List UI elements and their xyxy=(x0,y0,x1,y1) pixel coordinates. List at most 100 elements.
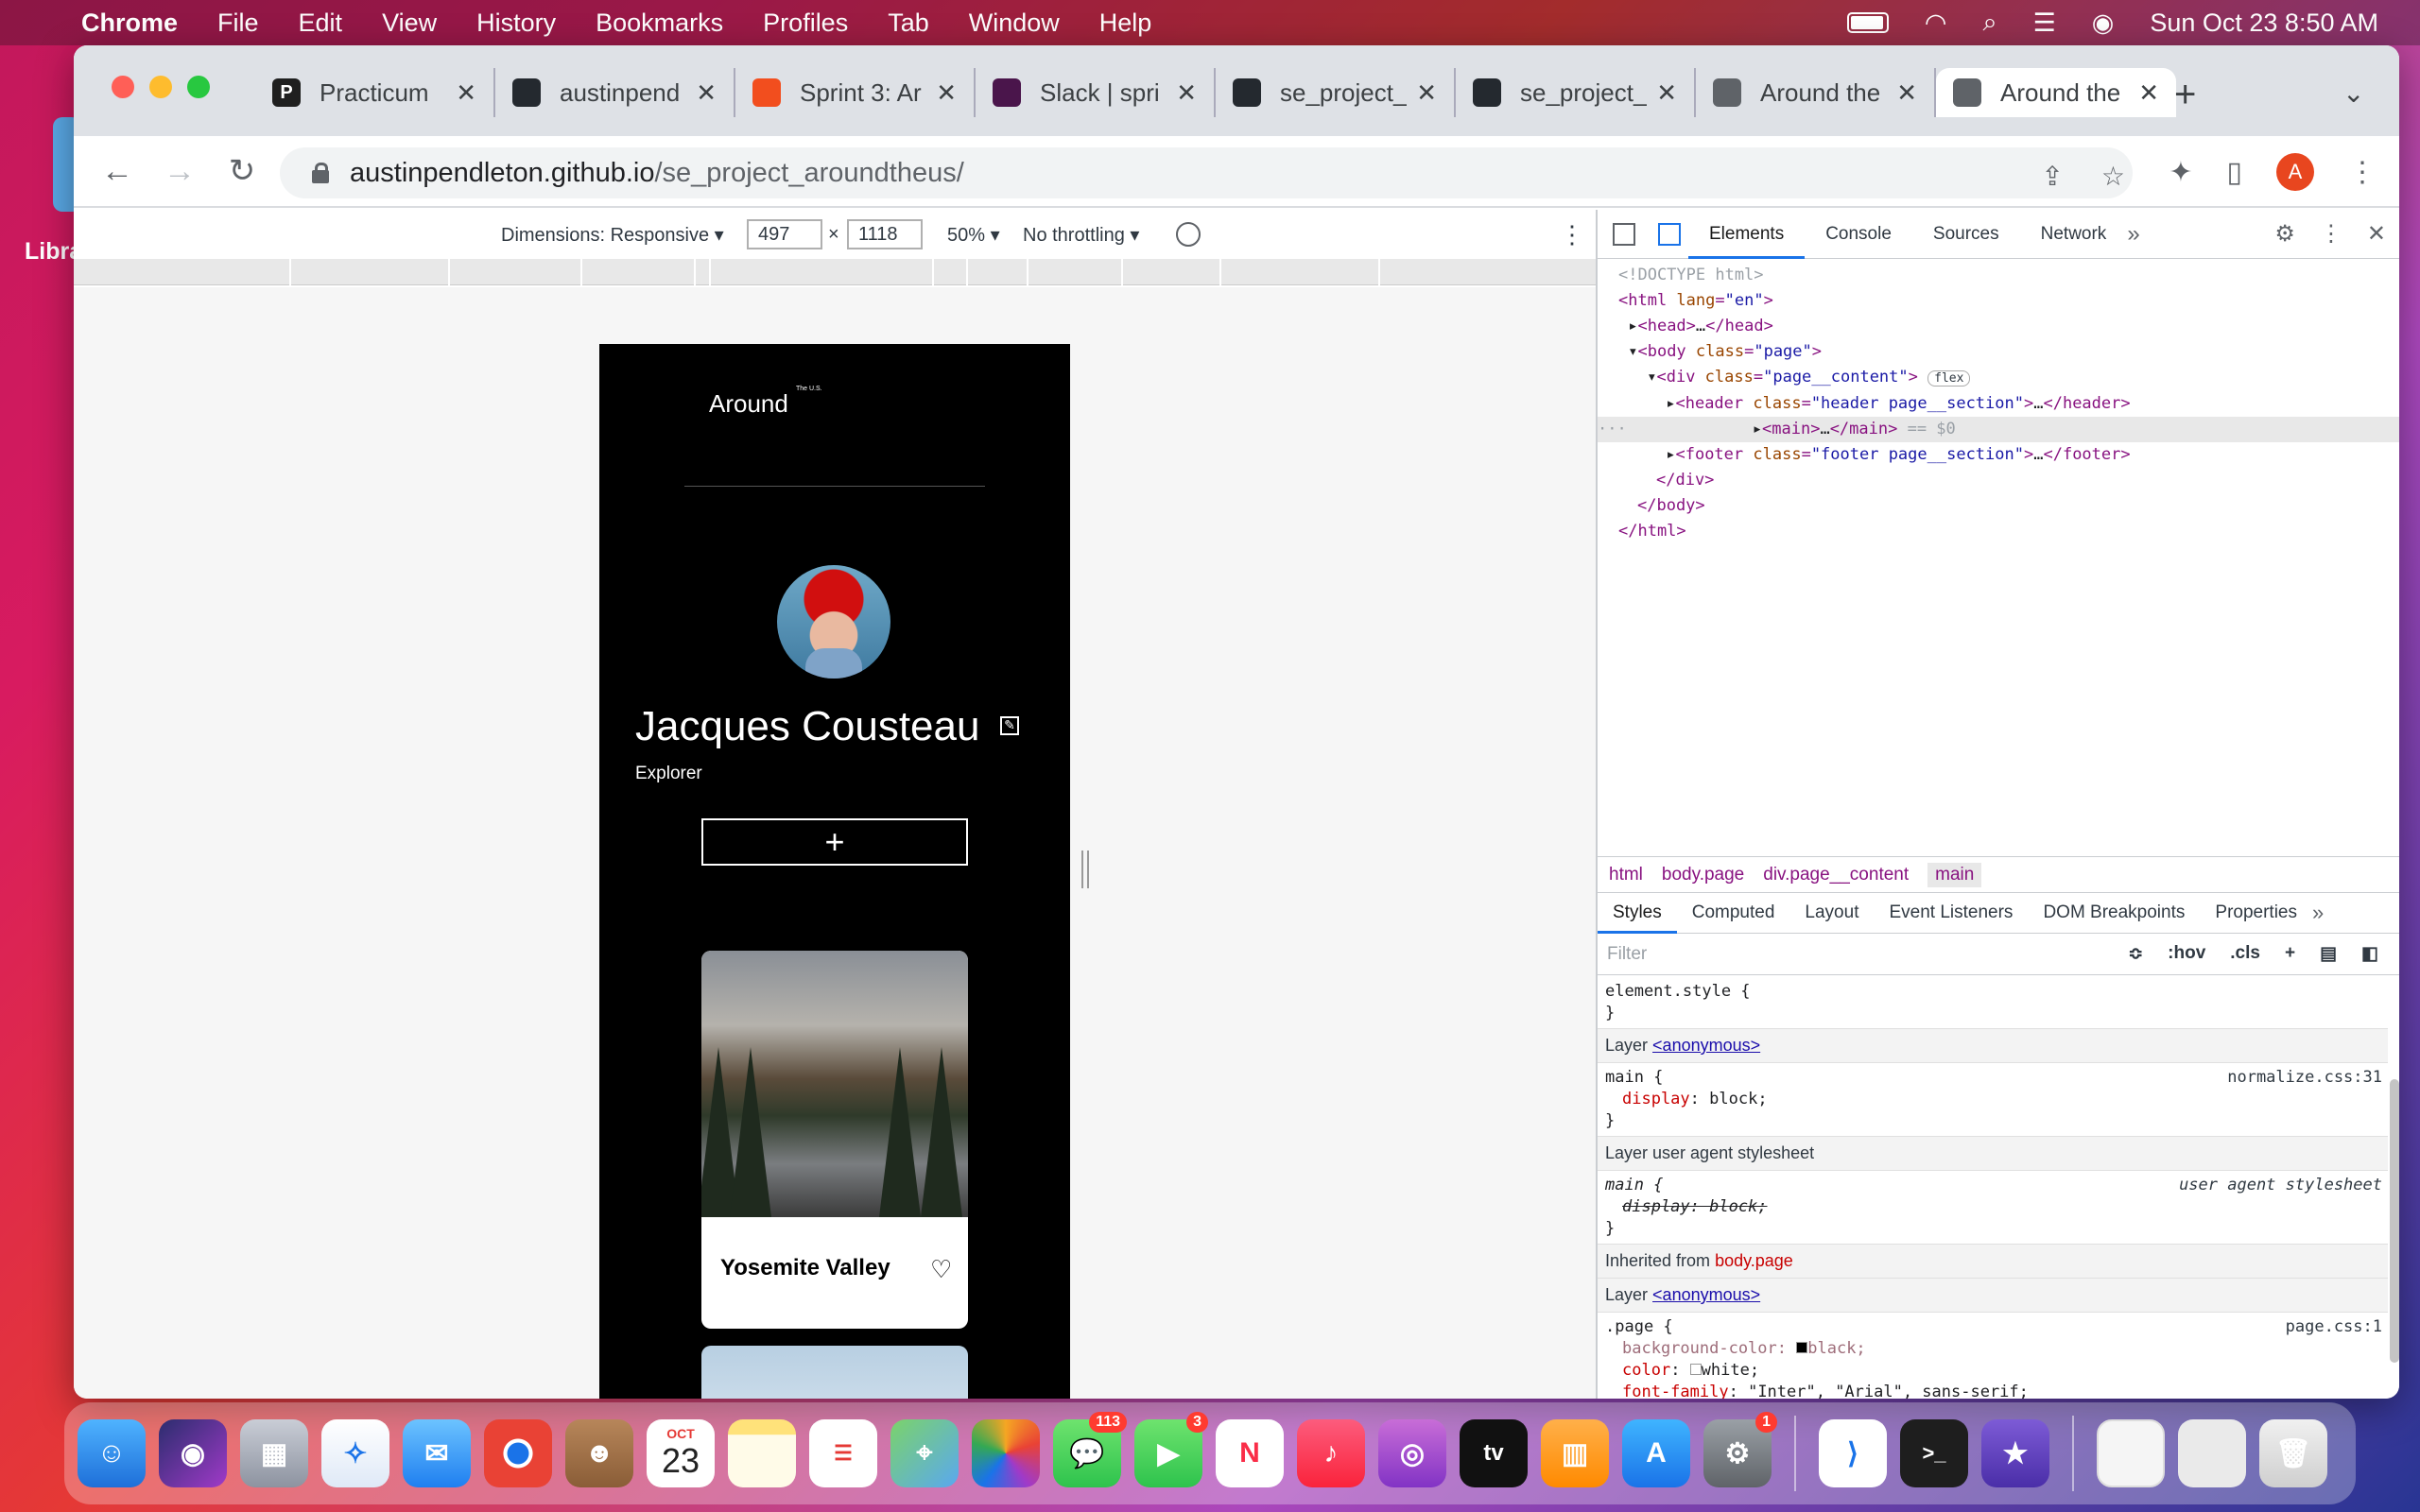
styles-filter-input[interactable]: Filter xyxy=(1607,944,1647,965)
class-toggle[interactable]: .cls xyxy=(2230,943,2260,965)
sidebar-toggle-icon[interactable]: ◧ xyxy=(2361,943,2378,965)
extensions-icon[interactable]: ✦ xyxy=(2169,156,2192,189)
dom-head[interactable]: ▸<head>…</head> xyxy=(1598,314,2399,339)
news-icon[interactable]: N xyxy=(1216,1419,1284,1487)
forward-arrow-icon[interactable]: → xyxy=(161,152,199,190)
main-rule[interactable]: main { normalize.css:31 display: block; … xyxy=(1598,1063,2388,1137)
browser-tab[interactable]: P Practicum ✕ xyxy=(255,68,495,117)
dom-html-close[interactable]: </html> xyxy=(1598,519,2399,544)
siri-icon-dock[interactable]: ◉ xyxy=(159,1419,227,1487)
menu-profiles[interactable]: Profiles xyxy=(763,9,848,38)
font-declaration[interactable]: font-family: "Inter", "Arial", sans-seri… xyxy=(1605,1382,2380,1399)
media-query-ruler[interactable] xyxy=(74,259,1596,285)
viewport-width-input[interactable]: 497 xyxy=(747,219,822,249)
color-swatch-black[interactable] xyxy=(1796,1342,1808,1353)
apple-tv-icon[interactable]: tv xyxy=(1460,1419,1528,1487)
control-center-icon[interactable]: ☰ xyxy=(2033,9,2056,38)
facetime-icon[interactable]: ▶ 3 xyxy=(1134,1412,1208,1487)
dom-body-close[interactable]: </body> xyxy=(1598,493,2399,519)
lock-icon[interactable] xyxy=(312,163,329,183)
dom-main-selected[interactable]: ··· ▸<main>…</main> == $0 xyxy=(1598,417,2399,442)
menu-clock[interactable]: Sun Oct 23 8:50 AM xyxy=(2150,9,2378,38)
menu-bookmarks[interactable]: Bookmarks xyxy=(596,9,723,38)
edit-profile-button[interactable]: ✎ xyxy=(1000,716,1019,735)
menu-window[interactable]: Window xyxy=(969,9,1060,38)
browser-tab[interactable]: Sprint 3: Ar ✕ xyxy=(735,68,976,117)
main-declaration[interactable]: display: block; xyxy=(1605,1089,2380,1110)
close-tab-icon[interactable]: ✕ xyxy=(1656,78,1677,108)
menu-view[interactable]: View xyxy=(382,9,437,38)
dom-div-close[interactable]: </div> xyxy=(1598,468,2399,493)
zoom-dropdown[interactable]: 50% ▾ xyxy=(947,223,1000,247)
terminal-icon[interactable]: >_ xyxy=(1900,1419,1968,1487)
close-tab-icon[interactable]: ✕ xyxy=(1176,78,1197,108)
layer-anonymous-link-2[interactable]: <anonymous> xyxy=(1652,1285,1760,1304)
card-image[interactable] xyxy=(701,951,968,1217)
profile-avatar[interactable]: A xyxy=(2276,153,2314,191)
subtab-dom-breakpoints[interactable]: DOM Breakpoints xyxy=(2028,892,2200,934)
normalize-css-link[interactable]: normalize.css:31 xyxy=(2227,1067,2382,1089)
crumb-html[interactable]: html xyxy=(1609,865,1643,885)
search-icon[interactable]: ⌕ xyxy=(1982,8,1996,38)
battery-icon[interactable] xyxy=(1846,12,1889,33)
close-tab-icon[interactable]: ✕ xyxy=(2138,78,2159,108)
rotate-icon[interactable] xyxy=(1176,222,1201,247)
close-tab-icon[interactable]: ✕ xyxy=(1896,78,1917,108)
subtab-layout[interactable]: Layout xyxy=(1789,892,1874,934)
devtools-menu-icon[interactable]: ⋮ xyxy=(2320,220,2342,248)
menu-app-name[interactable]: Chrome xyxy=(81,9,178,38)
color-declaration[interactable]: color: white; xyxy=(1605,1360,2380,1382)
dom-page-content[interactable]: ▾<div class="page__content"> flex xyxy=(1598,365,2399,391)
more-tabs-icon[interactable]: » xyxy=(2127,221,2139,248)
hover-state-toggle[interactable]: :hov xyxy=(2168,943,2205,965)
documents-stack-icon[interactable] xyxy=(2178,1419,2246,1487)
inspect-element-icon[interactable] xyxy=(1613,222,1635,246)
flex-badge[interactable]: flex xyxy=(1927,370,1971,387)
crumb-page-content[interactable]: div.page__content xyxy=(1763,865,1909,885)
device-toggle-icon[interactable] xyxy=(1658,222,1681,246)
crumb-main[interactable]: main xyxy=(1927,862,1982,887)
browser-tab[interactable]: Around the ✕ xyxy=(1696,68,1936,117)
bg-declaration[interactable]: background-color: black; xyxy=(1605,1338,2380,1360)
color-swatch-white[interactable] xyxy=(1689,1364,1702,1375)
tab-sources[interactable]: Sources xyxy=(1912,210,2020,259)
settings-gear-icon[interactable]: ⚙ xyxy=(2274,220,2295,248)
vscode-icon[interactable]: ⟩ xyxy=(1819,1419,1887,1487)
browser-tab[interactable]: se_project_ ✕ xyxy=(1456,68,1696,117)
subtab-computed[interactable]: Computed xyxy=(1677,892,1790,934)
back-arrow-icon[interactable]: ← xyxy=(98,152,136,190)
tab-network[interactable]: Network xyxy=(2020,210,2128,259)
app-store-icon[interactable]: A xyxy=(1622,1419,1690,1487)
tab-console[interactable]: Console xyxy=(1805,210,1912,259)
calendar-icon[interactable]: OCT 23 xyxy=(647,1419,715,1487)
reminders-icon[interactable]: ☰ xyxy=(809,1419,877,1487)
menu-help[interactable]: Help xyxy=(1099,9,1152,38)
imovie-icon[interactable]: ★ xyxy=(1981,1419,2049,1487)
viewport-resize-handle-right[interactable] xyxy=(1081,850,1089,888)
tab-search-chevron-icon[interactable]: ⌄ xyxy=(2342,77,2364,109)
siri-icon[interactable]: ◉ xyxy=(2092,9,2115,38)
next-card-image[interactable] xyxy=(701,1346,968,1399)
menu-file[interactable]: File xyxy=(217,9,259,38)
chrome-menu-icon[interactable]: ⋮ xyxy=(2348,156,2377,189)
dom-header[interactable]: ▸<header class="header page__section">…<… xyxy=(1598,391,2399,417)
like-heart-icon[interactable]: ♡ xyxy=(930,1255,952,1284)
close-window-button[interactable] xyxy=(112,76,134,98)
system-preferences-icon[interactable]: ⚙ 1 xyxy=(1703,1412,1777,1487)
viewport-height-input[interactable]: 1118 xyxy=(847,219,923,249)
browser-tab[interactable]: austinpend ✕ xyxy=(495,68,735,117)
page-css-link[interactable]: page.css:1 xyxy=(2286,1316,2382,1338)
messages-icon[interactable]: 💬 113 xyxy=(1053,1412,1127,1487)
inherited-selector[interactable]: body.page xyxy=(1715,1251,1793,1270)
finder-icon[interactable]: ☺ xyxy=(78,1419,146,1487)
podcasts-icon[interactable]: ◎ xyxy=(1378,1419,1446,1487)
music-icon[interactable]: ♪ xyxy=(1297,1419,1365,1487)
device-toolbar-more-icon[interactable]: ⋮ xyxy=(1560,220,1584,249)
bookmark-star-icon[interactable]: ☆ xyxy=(2101,161,2125,192)
safari-icon[interactable]: ✧ xyxy=(321,1419,389,1487)
tab-elements[interactable]: Elements xyxy=(1688,210,1806,259)
crumb-body[interactable]: body.page xyxy=(1662,865,1744,885)
add-card-button[interactable]: + xyxy=(701,818,968,866)
menu-edit[interactable]: Edit xyxy=(299,9,343,38)
dom-doctype[interactable]: <!DOCTYPE html> xyxy=(1598,263,2399,288)
